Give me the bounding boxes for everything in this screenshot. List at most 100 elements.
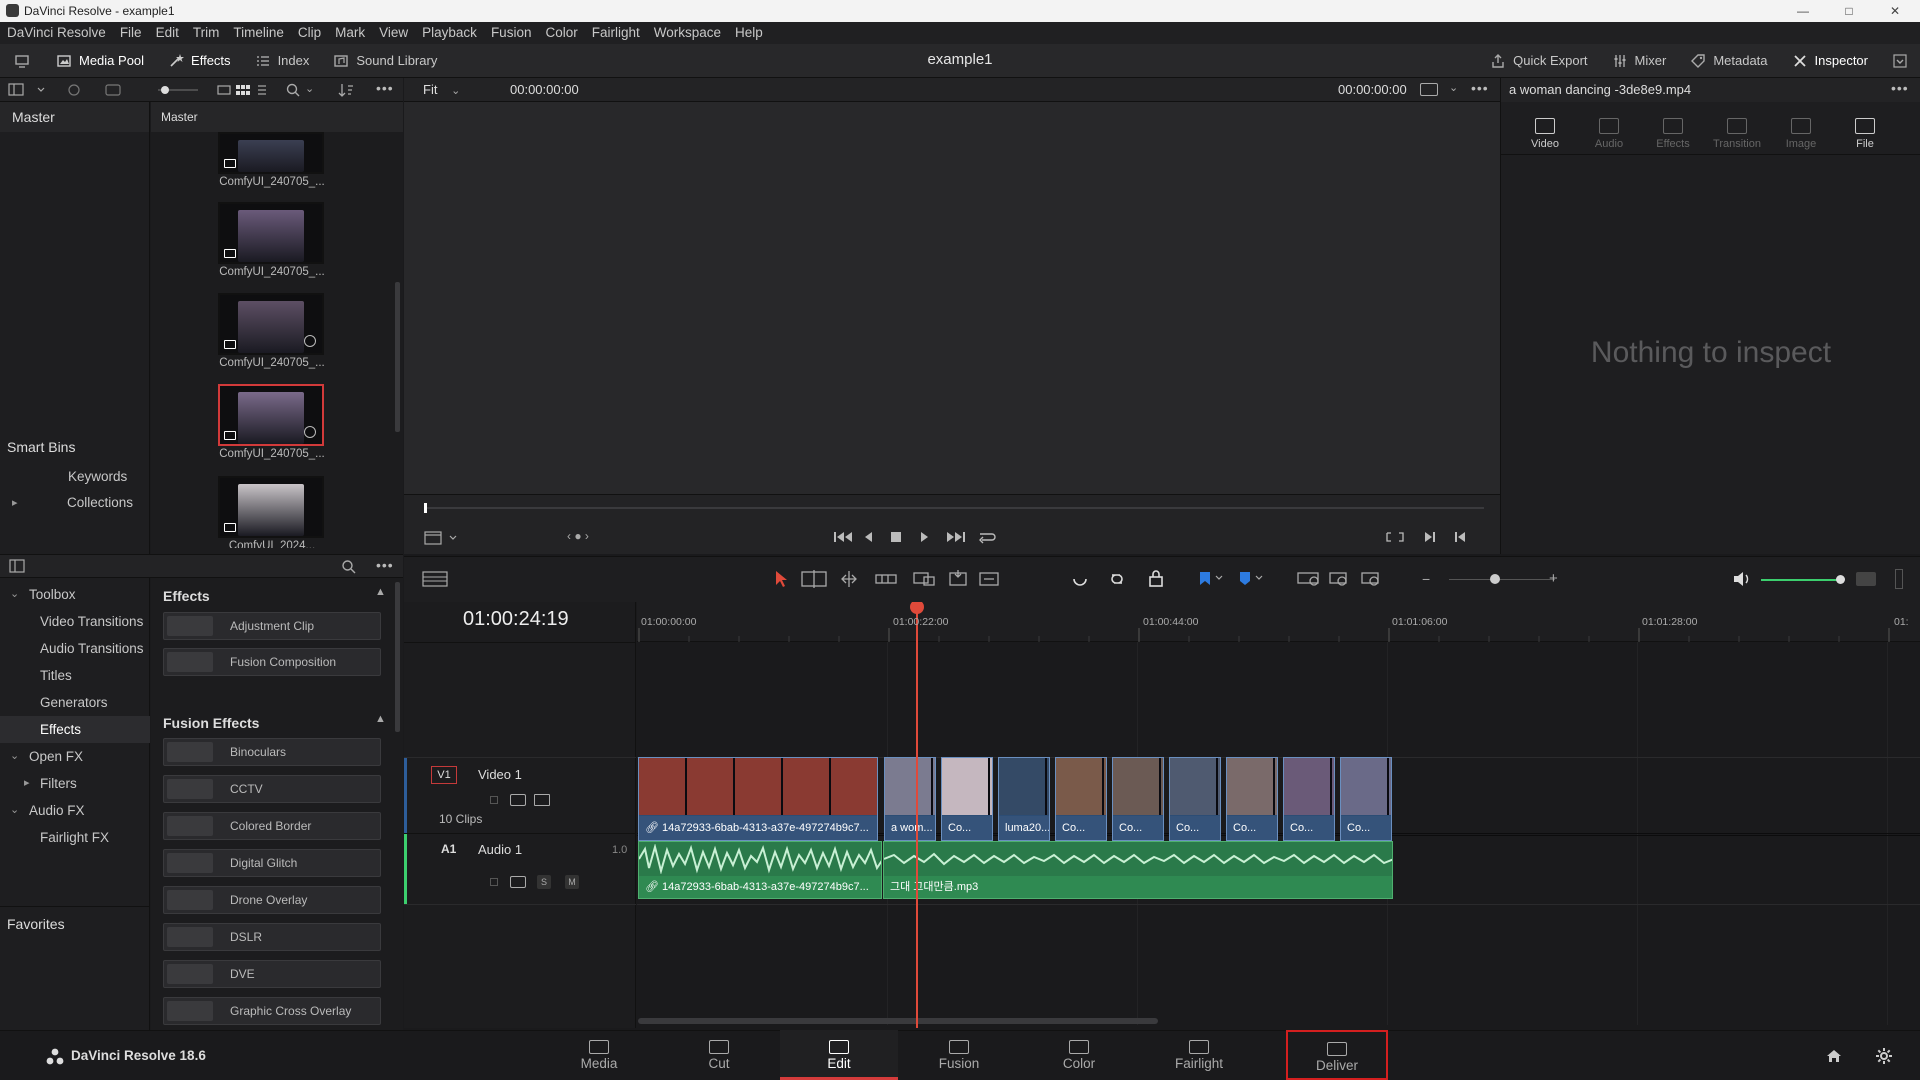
inspector-tab-transition[interactable]: Transition [1705, 106, 1769, 150]
menu-help[interactable]: Help [728, 22, 770, 44]
audio-clip[interactable]: 그대 그대만큼.mp3 [883, 841, 1393, 899]
more-options-icon[interactable]: ••• [1471, 80, 1489, 96]
more-options-icon[interactable]: ••• [376, 80, 394, 96]
page-deliver[interactable]: Deliver [1286, 1030, 1388, 1080]
minimize-icon[interactable]: — [1780, 0, 1826, 22]
inspector-tab-video[interactable]: Video [1513, 106, 1577, 150]
video-track-id[interactable]: V1 [431, 766, 457, 784]
favorites-title[interactable]: Favorites [7, 916, 65, 932]
workspace-icon[interactable] [0, 44, 44, 78]
viewer-screen[interactable] [404, 102, 1500, 494]
media-pool-button[interactable]: Media Pool [44, 44, 156, 78]
page-fairlight[interactable]: Fairlight [1140, 1030, 1258, 1080]
video-clip[interactable]: a wom... [884, 757, 936, 841]
media-pool-scrollbar[interactable] [395, 282, 400, 432]
auto-track-select-icon[interactable] [510, 876, 526, 888]
audio-clip[interactable]: 🔗︎ 14a72933-6bab-4313-a37e-497274b9c7... [638, 841, 882, 899]
expand-panels-icon[interactable] [1880, 44, 1920, 78]
collapse-icon[interactable]: ▲ [375, 586, 386, 598]
viewer-layout-icon[interactable] [424, 531, 464, 545]
track-lock-icon[interactable] [490, 796, 498, 804]
volume-slider-handle[interactable] [1836, 575, 1845, 584]
scrubber-handle[interactable] [424, 503, 427, 513]
quick-export-button[interactable]: Quick Export [1478, 44, 1599, 78]
effect-binoculars[interactable]: Binoculars [163, 738, 381, 766]
search-icon[interactable] [341, 559, 357, 575]
video-clip[interactable]: Co... [1055, 757, 1107, 841]
volume-icon[interactable] [1732, 571, 1752, 587]
more-options-icon[interactable]: ••• [1891, 80, 1909, 96]
menu-clip[interactable]: Clip [291, 22, 328, 44]
video-track-name[interactable]: Video 1 [478, 767, 522, 782]
effect-digital-glitch[interactable]: Digital Glitch [163, 849, 381, 877]
media-clip-thumbnail-selected[interactable] [218, 384, 324, 446]
metadata-button[interactable]: Metadata [1678, 44, 1779, 78]
menu-mark[interactable]: Mark [328, 22, 372, 44]
video-clip[interactable]: 🔗︎ 14a72933-6bab-4313-a37e-497274b9c7... [638, 757, 878, 841]
zoom-dropdown[interactable]: Fit ⌄ [423, 82, 460, 97]
effects-scrollbar[interactable] [395, 582, 400, 732]
menu-playback[interactable]: Playback [415, 22, 484, 44]
video-clip[interactable]: Co... [1169, 757, 1221, 841]
zoom-in-icon[interactable]: + [1549, 570, 1558, 587]
chevron-down-icon[interactable]: ⌄ [1449, 81, 1458, 94]
video-clip[interactable]: Co... [1112, 757, 1164, 841]
effect-dve[interactable]: DVE [163, 960, 381, 988]
sound-library-button[interactable]: Sound Library [321, 44, 449, 78]
effect-colored-border[interactable]: Colored Border [163, 812, 381, 840]
video-clip[interactable]: Co... [1283, 757, 1335, 841]
scrubber-bar[interactable] [424, 507, 1484, 509]
collapse-icon[interactable]: ▲ [375, 713, 386, 725]
volume-slider[interactable] [1761, 579, 1841, 581]
smart-bin-keywords[interactable]: Keywords [0, 464, 150, 490]
tree-audio-fx[interactable]: ⌄ Audio FX [0, 797, 150, 824]
zoom-out-icon[interactable]: − [1422, 571, 1430, 587]
auto-track-select-icon[interactable] [510, 794, 526, 806]
audio-track-id[interactable]: A1 [441, 842, 456, 856]
settings-gear-icon[interactable] [1876, 1048, 1892, 1064]
video-clip[interactable]: Co... [941, 757, 993, 841]
mute-button[interactable]: M [565, 875, 579, 889]
tree-open-fx[interactable]: ⌄ Open FX [0, 743, 150, 770]
zoom-slider[interactable] [1449, 579, 1555, 580]
track-video-toggle-icon[interactable] [534, 794, 550, 806]
timeline-area[interactable]: 🔗︎ 14a72933-6bab-4313-a37e-497274b9c7...… [637, 602, 1920, 1028]
timeline-timecode[interactable]: 01:00:24:19 [463, 608, 569, 631]
tree-effects[interactable]: Effects [0, 716, 150, 743]
menu-color[interactable]: Color [538, 22, 584, 44]
mixer-button[interactable]: Mixer [1600, 44, 1679, 78]
inspector-tab-file[interactable]: File [1833, 106, 1897, 150]
tree-titles[interactable]: Titles [0, 662, 150, 689]
chevron-down-icon[interactable]: ⌄ [305, 82, 314, 95]
menu-view[interactable]: View [372, 22, 415, 44]
menu-workspace[interactable]: Workspace [647, 22, 728, 44]
inspector-tab-audio[interactable]: Audio [1577, 106, 1641, 150]
dim-button[interactable] [1856, 572, 1876, 586]
panel-toggle-icon[interactable] [9, 559, 25, 573]
effect-adjustment-clip[interactable]: Adjustment Clip [163, 612, 381, 640]
inspector-tab-image[interactable]: Image [1769, 106, 1833, 150]
index-button[interactable]: Index [243, 44, 322, 78]
media-clip-thumbnail[interactable] [218, 132, 324, 174]
track-lock-icon[interactable] [490, 878, 498, 886]
maximize-icon[interactable]: □ [1826, 0, 1872, 22]
effect-drone-overlay[interactable]: Drone Overlay [163, 886, 381, 914]
effect-graphic-cross-overlay[interactable]: Graphic Cross Overlay [163, 997, 381, 1025]
effects-button[interactable]: Effects [156, 44, 243, 78]
smart-bin-collections[interactable]: ▸ Collections [0, 490, 150, 516]
media-clip-thumbnail[interactable] [218, 476, 324, 538]
sort-icon[interactable] [338, 82, 354, 98]
video-clip[interactable]: Co... [1226, 757, 1278, 841]
viewer-mode-icon[interactable] [1420, 83, 1438, 96]
video-clip[interactable]: Co... [1340, 757, 1392, 841]
playhead[interactable] [916, 602, 918, 1028]
close-icon[interactable]: ✕ [1872, 0, 1918, 22]
page-cut[interactable]: Cut [660, 1030, 778, 1080]
tree-toolbox[interactable]: ⌄ Toolbox [0, 581, 150, 608]
menu-fairlight[interactable]: Fairlight [585, 22, 647, 44]
inspector-tab-effects[interactable]: Effects [1641, 106, 1705, 150]
page-color[interactable]: Color [1020, 1030, 1138, 1080]
bin-master[interactable]: Master [0, 102, 149, 132]
effect-dslr[interactable]: DSLR [163, 923, 381, 951]
menu-davinci-resolve[interactable]: DaVinci Resolve [0, 22, 113, 44]
